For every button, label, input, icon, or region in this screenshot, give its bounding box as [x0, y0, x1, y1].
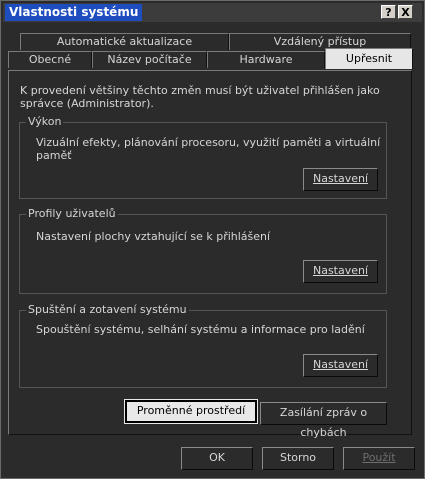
ok-label: OK [209, 451, 225, 464]
apply-label: Použít [362, 451, 396, 464]
performance-settings-button[interactable]: Nastavení [303, 168, 378, 191]
tab-automatic-updates[interactable]: Automatické aktualizace [20, 33, 229, 50]
group-startup-title: Spuštění a zotavení systému [26, 303, 189, 316]
system-properties-dialog: Vlastnosti systému ? X Automatické aktua… [0, 0, 425, 479]
tab-advanced[interactable]: Upřesnit [325, 48, 413, 69]
group-performance-description: Vizuální efekty, plánování procesoru, vy… [36, 136, 381, 162]
group-startup-description: Spouštění systému, selhání systému a inf… [36, 323, 365, 336]
admin-notice: K provedení většiny těchto změn musí být… [20, 84, 380, 110]
window-title: Vlastnosti systému [5, 4, 143, 21]
title-bar: Vlastnosti systému ? X [3, 3, 422, 22]
group-performance-title: Výkon [26, 115, 64, 128]
tab-computer-name[interactable]: Název počítače [92, 51, 207, 68]
environment-variables-button[interactable]: Proměnné prostředí [124, 399, 258, 424]
performance-settings-label: Nastavení [312, 172, 369, 185]
tab-general[interactable]: Obecné [8, 51, 92, 68]
error-reporting-button[interactable]: Zasílání zpráv o chybách [260, 402, 387, 439]
group-profiles-description: Nastavení plochy vztahující se k přihláš… [36, 230, 271, 243]
cancel-button[interactable]: Storno [262, 447, 334, 470]
help-button[interactable]: ? [381, 5, 396, 19]
cancel-label: Storno [279, 451, 317, 464]
tab-hardware[interactable]: Hardware [207, 51, 325, 68]
ok-button[interactable]: OK [181, 447, 253, 470]
profiles-settings-label: Nastavení [312, 264, 369, 277]
profiles-settings-button[interactable]: Nastavení [303, 260, 378, 283]
group-profiles-title: Profily uživatelů [26, 207, 118, 220]
environment-variables-label: Proměnné prostředí [136, 404, 246, 417]
startup-settings-button[interactable]: Nastavení [303, 354, 378, 377]
close-button[interactable]: X [398, 5, 413, 19]
apply-button[interactable]: Použít [343, 447, 415, 470]
startup-settings-label: Nastavení [312, 358, 369, 371]
